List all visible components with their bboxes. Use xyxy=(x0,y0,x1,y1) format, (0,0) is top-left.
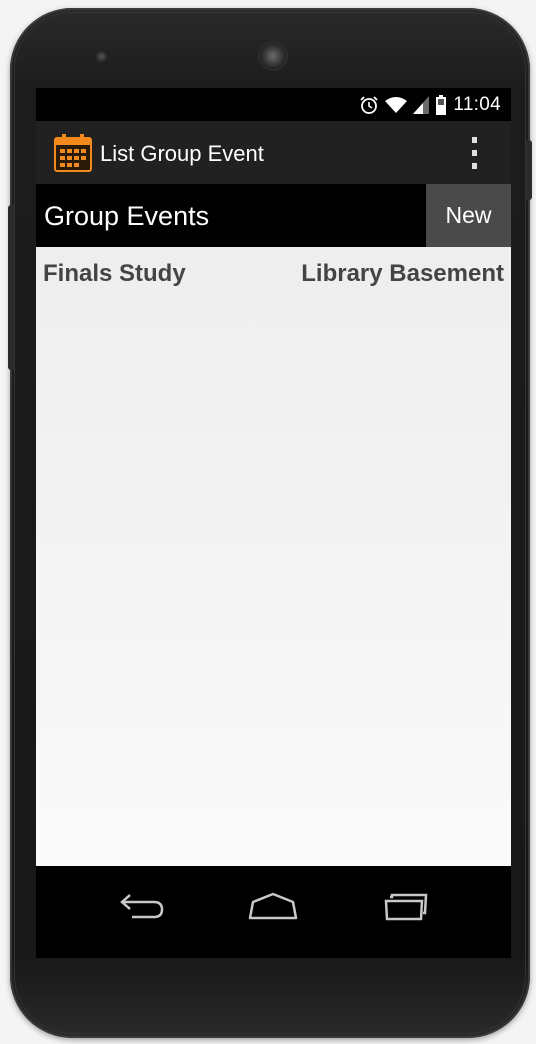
event-list: Finals Study Library Basement xyxy=(36,247,511,866)
earpiece-speaker xyxy=(260,43,286,69)
event-name: Finals Study xyxy=(43,260,186,287)
alarm-icon xyxy=(360,96,378,114)
event-location: Library Basement xyxy=(301,260,504,287)
wifi-icon xyxy=(385,97,408,113)
volume-button xyxy=(8,205,14,370)
proximity-sensor xyxy=(96,51,107,62)
home-button[interactable] xyxy=(243,886,303,926)
battery-icon xyxy=(436,95,447,115)
page-title: Group Events xyxy=(44,201,210,231)
recent-apps-icon xyxy=(384,893,428,921)
back-button[interactable] xyxy=(112,886,172,926)
new-event-button[interactable]: New xyxy=(426,184,511,247)
menu-dot xyxy=(471,137,477,143)
action-bar: List Group Event xyxy=(36,121,511,184)
navigation-bar xyxy=(36,866,511,958)
back-icon xyxy=(120,894,164,919)
home-icon xyxy=(248,892,298,920)
calendar-icon[interactable] xyxy=(54,134,92,172)
list-item[interactable]: Finals Study Library Basement xyxy=(36,247,511,299)
app-title: List Group Event xyxy=(100,141,264,166)
menu-dot xyxy=(471,163,477,169)
group-events-header: Group Events New xyxy=(36,184,511,247)
status-time: 11:04 xyxy=(453,94,501,115)
status-icons: 11:04 xyxy=(359,93,501,117)
signal-icon xyxy=(413,96,430,114)
status-bar: 11:04 xyxy=(36,88,511,121)
power-button xyxy=(526,140,532,200)
device-screen: 11:04 List Group Event Group Events New … xyxy=(36,88,511,958)
recent-apps-button[interactable] xyxy=(376,886,436,926)
overflow-menu-icon[interactable] xyxy=(466,137,482,169)
menu-dot xyxy=(471,150,477,156)
